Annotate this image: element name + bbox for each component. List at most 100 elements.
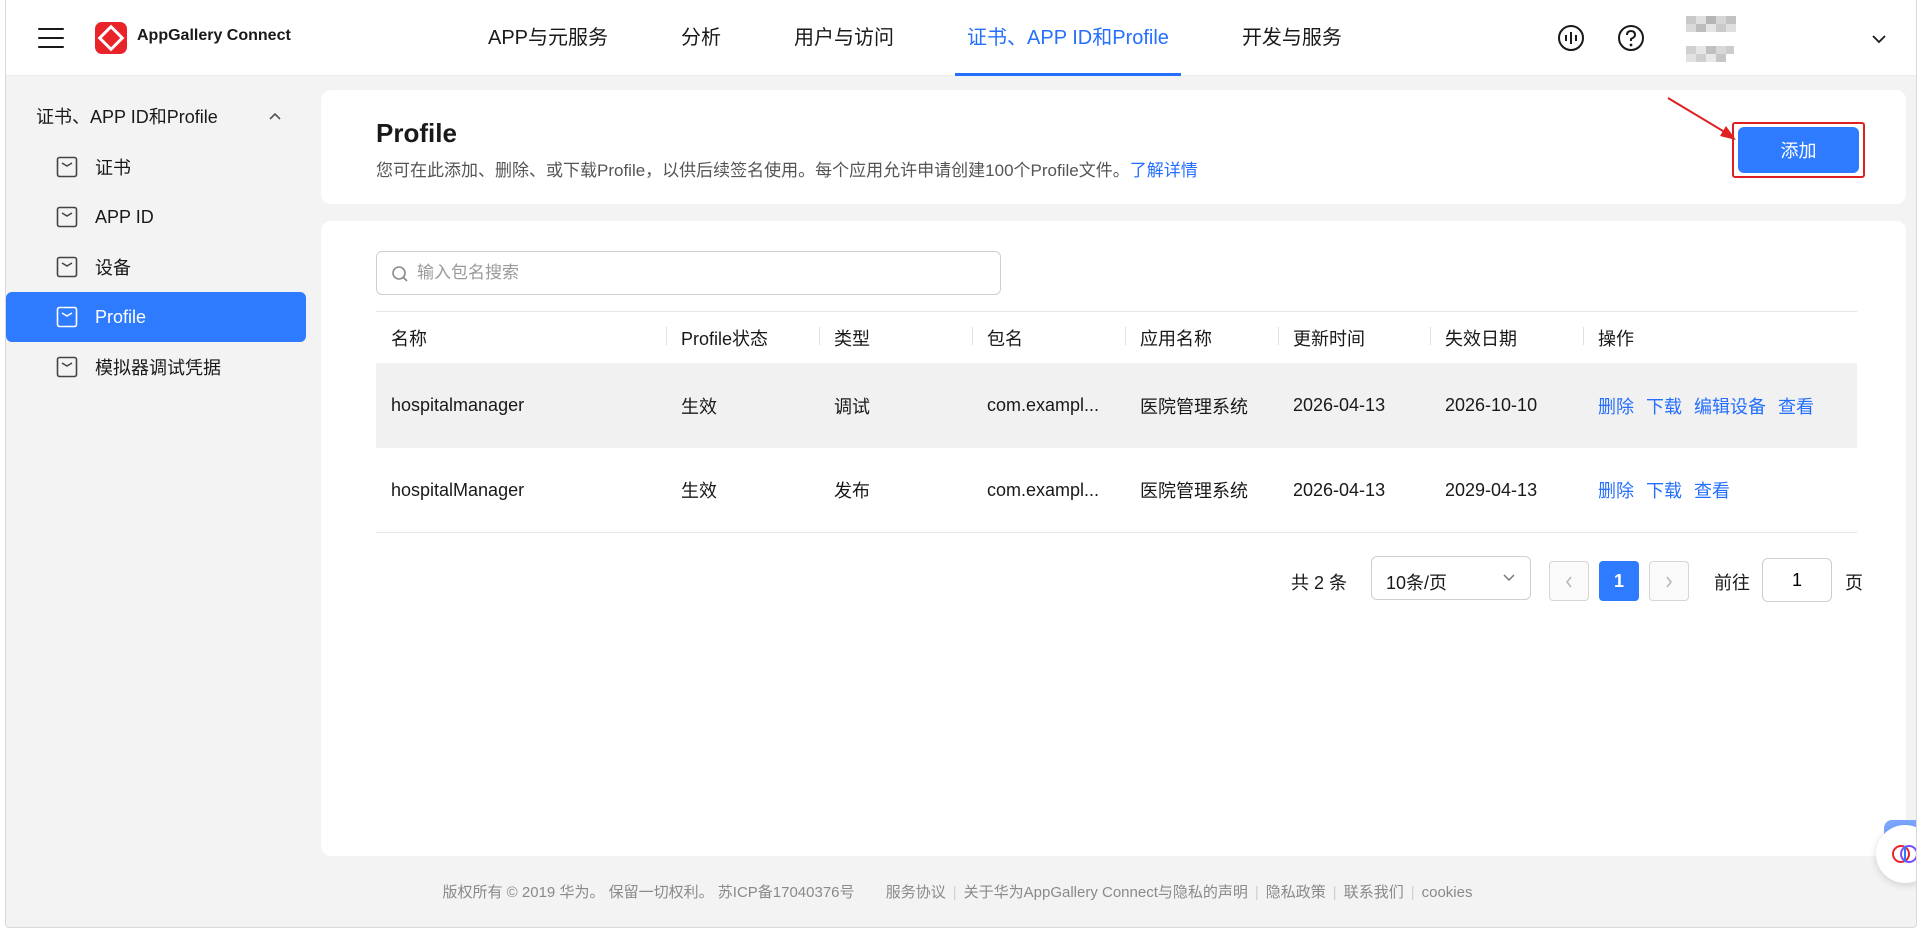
delete-link[interactable]: 删除 [1598,481,1634,501]
sidebar-item-profile[interactable]: Profile [6,292,306,342]
sidebar-item-devices[interactable]: 设备 [6,242,306,292]
folder-icon [56,256,78,278]
page-description: 您可在此添加、删除、或下载Profile，以供后续签名使用。每个应用允许申请创建… [376,156,1198,181]
chevron-down-icon[interactable] [1870,30,1888,48]
sidebar: 证书、APP ID和Profile 证书 APP ID 设备 Profile 模… [6,92,306,392]
view-link[interactable]: 查看 [1694,481,1730,501]
search-icon [392,266,408,282]
nav-develop-services[interactable]: 开发与服务 [1230,0,1354,76]
col-updated: 更新时间 [1278,325,1430,351]
sidebar-item-label: Profile [95,306,147,327]
brain-icon [1892,845,1916,863]
nav-users-access[interactable]: 用户与访问 [782,0,906,76]
col-expires: 失效日期 [1430,325,1583,351]
view-link[interactable]: 查看 [1778,397,1814,417]
cell-name: hospitalmanager [391,395,525,415]
goto-label: 前往 [1714,573,1750,593]
top-header: AppGallery Connect APP与元服务 分析 用户与访问 证书、A… [6,0,1916,76]
sidebar-item-label: 模拟器调试凭据 [95,358,221,378]
sidebar-item-label: 设备 [95,258,131,278]
folder-icon [56,206,78,228]
account-avatar[interactable] [1686,16,1744,64]
description-text: 您可在此添加、删除、或下载Profile，以供后续签名使用。每个应用允许申请创建… [376,161,1130,180]
next-page-button[interactable] [1649,561,1689,601]
footer-link-contact[interactable]: 联系我们 [1337,884,1411,901]
learn-more-link[interactable]: 了解详情 [1130,161,1198,180]
footer-link-terms[interactable]: 服务协议 [879,884,953,901]
chevron-down-icon [1503,574,1515,582]
feedback-icon[interactable] [1556,23,1586,53]
col-app-name-label: 应用名称 [1140,328,1212,349]
current-page-button[interactable]: 1 [1599,561,1639,601]
prev-page-button[interactable] [1549,561,1589,601]
package-search-input[interactable] [417,252,987,294]
col-status-label: Profile状态 [681,328,769,349]
sidebar-item-certificates[interactable]: 证书 [6,142,306,192]
cell-actions: 删除 下载 查看 [1583,477,1857,503]
col-status: Profile状态 [666,325,819,351]
col-package-label: 包名 [987,328,1023,349]
cell-status: 生效 [681,396,717,417]
cell-name: hospitalManager [391,479,525,500]
page-size-select[interactable]: 10条/页 [1371,556,1531,600]
col-package: 包名 [972,325,1125,351]
nav-certificates[interactable]: 证书、APP ID和Profile [955,0,1181,76]
table-header: 名称 Profile状态 类型 包名 应用名称 更新时间 失效日期 操作 [376,311,1857,363]
nav-analytics[interactable]: 分析 [669,0,733,76]
cell-type: 调试 [834,396,870,417]
col-name: 名称 [376,325,666,351]
col-app-name: 应用名称 [1125,325,1278,351]
page-title: Profile [376,118,457,148]
profile-table: 名称 Profile状态 类型 包名 应用名称 更新时间 失效日期 操作 hos… [376,311,1857,533]
footer-link-cookies[interactable]: cookies [1415,884,1480,901]
cell-updated: 2026-04-13 [1293,395,1386,415]
help-icon[interactable] [1616,23,1646,53]
sidebar-item-label: APP ID [95,206,154,227]
chevron-right-icon [1666,576,1672,588]
app-frame: AppGallery Connect APP与元服务 分析 用户与访问 证书、A… [5,0,1917,928]
cell-expires: 2026-10-10 [1445,395,1538,415]
cell-actions: 删除 下载 编辑设备 查看 [1583,393,1857,419]
download-link[interactable]: 下载 [1646,397,1682,417]
main-nav: APP与元服务 分析 用户与访问 证书、APP ID和Profile 开发与服务 [476,0,1403,76]
goto-page-input[interactable] [1762,558,1832,602]
page-size-value: 10条/页 [1386,573,1448,593]
copyright-text: 版权所有 © 2019 华为。 保留一切权利。 苏ICP备17040376号 [442,884,855,901]
cell-package: com.exampl... [987,395,1100,415]
cell-type: 发布 [834,481,870,501]
table-row: hospitalManager 生效 发布 com.exampl... 医院管理… [376,448,1857,533]
sidebar-item-label: 证书 [95,158,131,178]
col-name-label: 名称 [391,328,427,349]
col-actions-label: 操作 [1598,328,1634,349]
col-type: 类型 [819,325,972,351]
delete-link[interactable]: 删除 [1598,397,1634,417]
sidebar-item-emulator-credentials[interactable]: 模拟器调试凭据 [6,342,306,392]
sidebar-item-app-id[interactable]: APP ID [6,192,306,242]
search-box [376,251,1001,295]
col-actions: 操作 [1583,325,1857,351]
col-updated-label: 更新时间 [1293,328,1365,349]
menu-icon[interactable] [38,28,64,48]
pagination: 共 2 条 10条/页 1 前往 页 [321,556,1906,602]
footer-link-privacy-policy[interactable]: 隐私政策 [1259,884,1333,901]
cell-app-name: 医院管理系统 [1140,396,1248,417]
edit-devices-link[interactable]: 编辑设备 [1694,397,1766,417]
folder-icon [56,356,78,378]
nav-app-services[interactable]: APP与元服务 [476,0,620,76]
brand-name: AppGallery Connect [137,27,291,44]
page-unit-label: 页 [1845,573,1863,593]
sidebar-group-label: 证书、APP ID和Profile [36,107,218,127]
cell-status: 生效 [681,481,717,501]
add-button[interactable]: 添加 [1738,127,1859,173]
chevron-up-icon [269,112,281,120]
footer-link-privacy-statement[interactable]: 关于华为AppGallery Connect与隐私的声明 [957,884,1255,901]
cell-app-name: 医院管理系统 [1140,481,1248,501]
cell-updated: 2026-04-13 [1293,479,1386,500]
table-row: hospitalmanager 生效 调试 com.exampl... 医院管理… [376,363,1857,448]
download-link[interactable]: 下载 [1646,481,1682,501]
cell-package: com.exampl... [987,479,1100,500]
chevron-left-icon [1566,576,1572,588]
col-expires-label: 失效日期 [1445,328,1517,349]
sidebar-group-header[interactable]: 证书、APP ID和Profile [6,92,306,142]
footer: 版权所有 © 2019 华为。 保留一切权利。 苏ICP备17040376号 服… [6,881,1916,902]
